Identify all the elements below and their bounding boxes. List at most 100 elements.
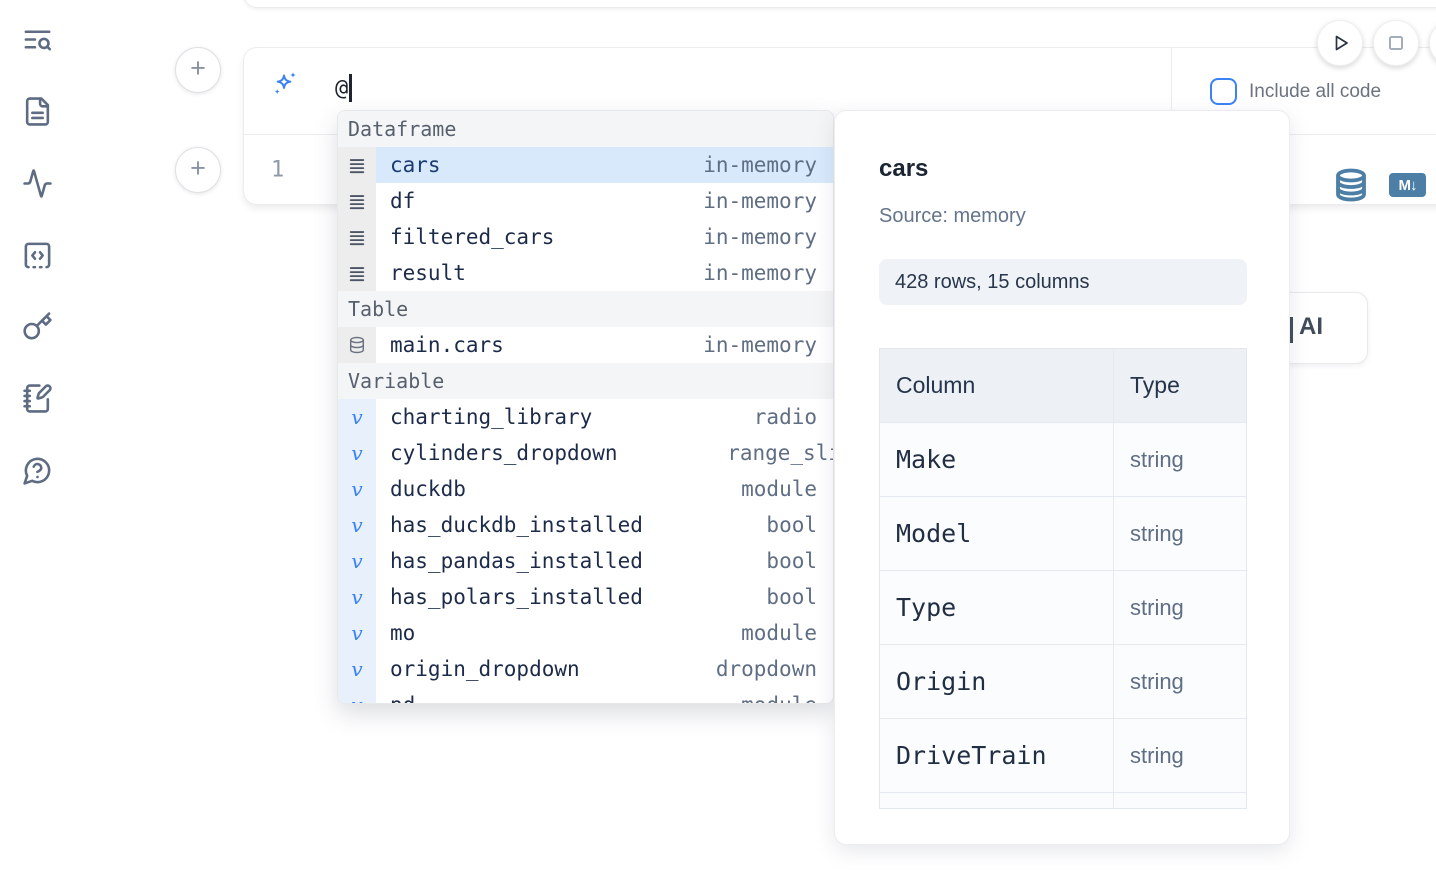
text-search-icon <box>22 24 53 58</box>
schema-table: ColumnTypeMakestringModelstringTypestrin… <box>879 348 1247 809</box>
add-cell-below-button[interactable]: + <box>175 147 221 193</box>
preview-source: Source: memory <box>879 205 1026 228</box>
completion-item[interactable]: vhas_duckdb_installedbool <box>338 507 833 543</box>
completion-item[interactable]: dfin-memory <box>338 183 833 219</box>
completion-item[interactable]: vcylinders_dropdownrange_sli <box>338 435 833 471</box>
sidebar-item-activity[interactable] <box>20 168 54 202</box>
file-text-icon <box>22 96 53 130</box>
variable-icon: v <box>351 443 362 463</box>
autocomplete-popup: Dataframecarsin-memorydfin-memoryfiltere… <box>337 110 834 704</box>
variable-icon: v <box>351 695 362 704</box>
ai-prompt-input[interactable]: @ <box>335 74 352 102</box>
include-all-code-label: Include all code <box>1249 81 1381 103</box>
column-type: string <box>1130 595 1184 621</box>
completion-item-name: main.cars <box>376 333 703 357</box>
completion-item-name: cars <box>376 153 703 177</box>
help-circle-icon <box>22 455 53 489</box>
completion-item[interactable]: filtered_carsin-memory <box>338 219 833 255</box>
preview-title: cars <box>879 155 928 183</box>
completion-item-type: in-memory <box>703 261 833 285</box>
schema-row: Makestring <box>880 422 1246 496</box>
completion-item-name: duckdb <box>376 477 741 501</box>
line-number: 1 <box>271 158 284 183</box>
notebook-page: + + @ Include all code 1 <box>0 0 1436 874</box>
text-cursor <box>349 74 352 102</box>
sidebar-item-notebook-pen[interactable] <box>20 383 54 417</box>
completion-item[interactable]: main.carsin-memory <box>338 327 833 363</box>
previous-cell-edge <box>243 0 1436 8</box>
completion-item[interactable]: v origin_dropdowndropdown <box>338 651 833 687</box>
variable-icon: v <box>351 659 362 679</box>
code-square-icon <box>22 240 53 274</box>
dataframe-icon <box>338 255 376 291</box>
variable-icon: v <box>338 435 376 471</box>
variable-icon: v <box>338 651 376 687</box>
ai-button-label: AI <box>1299 313 1323 341</box>
completion-item-type: in-memory <box>703 225 833 249</box>
sidebar-item-help-circle[interactable] <box>20 455 54 489</box>
completion-item-name: has_pandas_installed <box>376 549 766 573</box>
completion-item[interactable]: vhas_pandas_installedbool <box>338 543 833 579</box>
completion-section-header: Table <box>338 291 833 327</box>
variable-icon: v <box>338 507 376 543</box>
completion-item-name: df <box>376 189 703 213</box>
completion-item[interactable]: vduckdbmodule <box>338 471 833 507</box>
dataframe-icon <box>338 147 376 183</box>
schema-row: DriveTrainstring <box>880 718 1246 792</box>
completion-item-name: charting_library <box>376 405 754 429</box>
completion-section-header: Variable <box>338 363 833 399</box>
completion-item-name: origin_dropdown <box>376 657 716 681</box>
activity-icon <box>22 168 53 202</box>
completion-item[interactable]: vmomodule <box>338 615 833 651</box>
completion-item-type: dropdown <box>716 657 833 681</box>
completion-item-type: radio <box>754 405 833 429</box>
variable-icon: v <box>351 407 362 427</box>
database-icon[interactable] <box>1334 168 1368 202</box>
completion-item-type: range_sli <box>727 441 834 465</box>
add-cell-above-button[interactable]: + <box>175 47 221 93</box>
markdown-icon[interactable]: M↓ <box>1389 173 1426 197</box>
sidebar-item-file-text[interactable] <box>20 96 54 130</box>
completion-item-type: module <box>741 477 833 501</box>
column-name: Type <box>896 593 956 622</box>
sidebar-item-key[interactable] <box>20 311 54 345</box>
sidebar-item-text-search[interactable] <box>20 24 54 58</box>
database-icon <box>338 327 376 363</box>
variable-icon: v <box>338 687 376 704</box>
completion-item-name: mo <box>376 621 741 645</box>
include-all-code-checkbox[interactable] <box>1210 78 1237 105</box>
stop-button[interactable] <box>1373 20 1419 66</box>
column-name: Make <box>896 445 956 474</box>
stop-icon <box>1383 30 1409 56</box>
column-name: Origin <box>896 667 986 696</box>
variable-icon: v <box>338 471 376 507</box>
dataframe-icon <box>338 219 376 255</box>
completion-item-type: module <box>741 693 833 704</box>
variable-icon: v <box>338 579 376 615</box>
play-icon <box>1327 30 1353 56</box>
output-toolbar: M↓ <box>1334 168 1426 202</box>
shape-badge: 428 rows, 15 columns <box>879 259 1247 305</box>
completion-item[interactable]: v charting_libraryradio <box>338 399 833 435</box>
variable-icon: v <box>338 399 376 435</box>
completion-section-header: Dataframe <box>338 111 833 147</box>
prompt-value: @ <box>335 76 348 101</box>
variable-icon: v <box>351 515 362 535</box>
completion-item-type: bool <box>766 585 833 609</box>
schema-row: Origin string <box>880 644 1246 718</box>
schema-row: Modelstring <box>880 496 1246 570</box>
run-cell-button[interactable] <box>1317 20 1363 66</box>
column-type: string <box>1130 743 1184 769</box>
column-type: string <box>1130 669 1184 695</box>
completion-item-type: bool <box>766 513 833 537</box>
completion-item-name: filtered_cars <box>376 225 703 249</box>
completion-item[interactable]: vpdmodule <box>338 687 833 704</box>
completion-item-type: bool <box>766 549 833 573</box>
column-header: Column <box>880 349 1113 422</box>
sidebar-item-code-square[interactable] <box>20 240 54 274</box>
completion-item[interactable]: carsin-memory <box>338 147 833 183</box>
completion-item[interactable]: resultin-memory <box>338 255 833 291</box>
completion-item-type: module <box>741 621 833 645</box>
completion-item[interactable]: vhas_polars_installedbool <box>338 579 833 615</box>
notebook-pen-icon <box>22 383 53 417</box>
